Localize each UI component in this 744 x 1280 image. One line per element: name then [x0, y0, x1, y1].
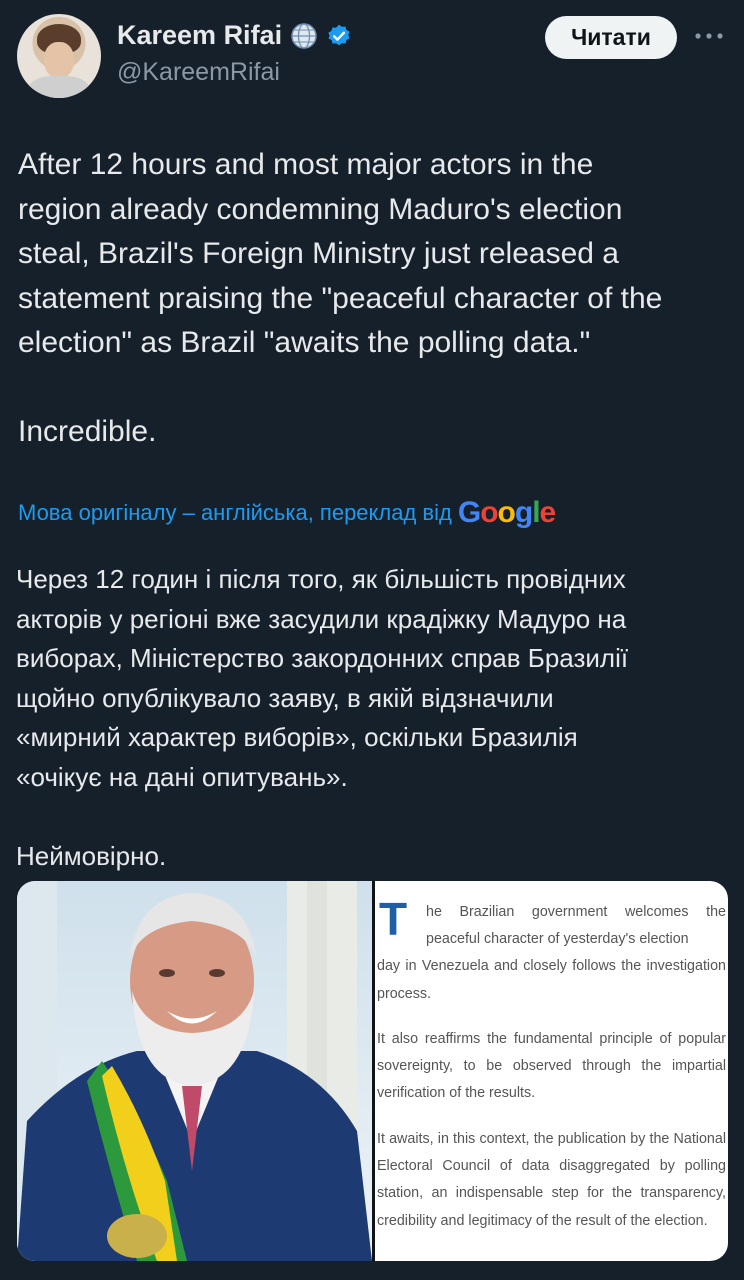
tweet-header: Kareem Rifai @KareemRifai Читати [0, 0, 744, 110]
bottom-edge [0, 1266, 744, 1280]
statement-paragraph-3: It awaits, in this context, the publicat… [377, 1131, 726, 1229]
statement-paragraph-1: he Brazilian government welcomes the pea… [377, 899, 726, 1008]
verified-badge-icon [328, 24, 350, 45]
author-name[interactable]: Kareem Rifai [117, 20, 282, 51]
follow-button[interactable]: Читати [545, 16, 677, 59]
google-logo: Google [457, 496, 556, 529]
more-options-icon[interactable] [693, 28, 725, 44]
translation-attribution-label[interactable]: Мова оригіналу – англійська, переклад ві… [18, 500, 452, 526]
avatar[interactable] [17, 14, 101, 98]
author-handle[interactable]: @KareemRifai [117, 58, 280, 87]
statement-image[interactable]: T he Brazilian government welcomes the p… [375, 881, 728, 1261]
statement-paragraph-1-rest: day in Venezuela and closely follows the… [377, 958, 726, 1002]
translated-tweet-text: Через 12 годин і після того, як більшіст… [16, 564, 629, 871]
president-photo[interactable] [17, 881, 372, 1261]
globe-icon [291, 22, 317, 49]
statement-paragraph-1-lead: he Brazilian government welcomes the pea… [426, 904, 726, 948]
tweet-text: After 12 hours and most major actors in … [18, 148, 663, 448]
translation-attribution[interactable]: Мова оригіналу – англійська, переклад ві… [18, 496, 556, 530]
media-grid: T he Brazilian government welcomes the p… [17, 881, 728, 1261]
statement-paragraph-2: It also reaffirms the fundamental princi… [377, 1031, 726, 1102]
author-name-row[interactable]: Kareem Rifai [117, 20, 352, 51]
